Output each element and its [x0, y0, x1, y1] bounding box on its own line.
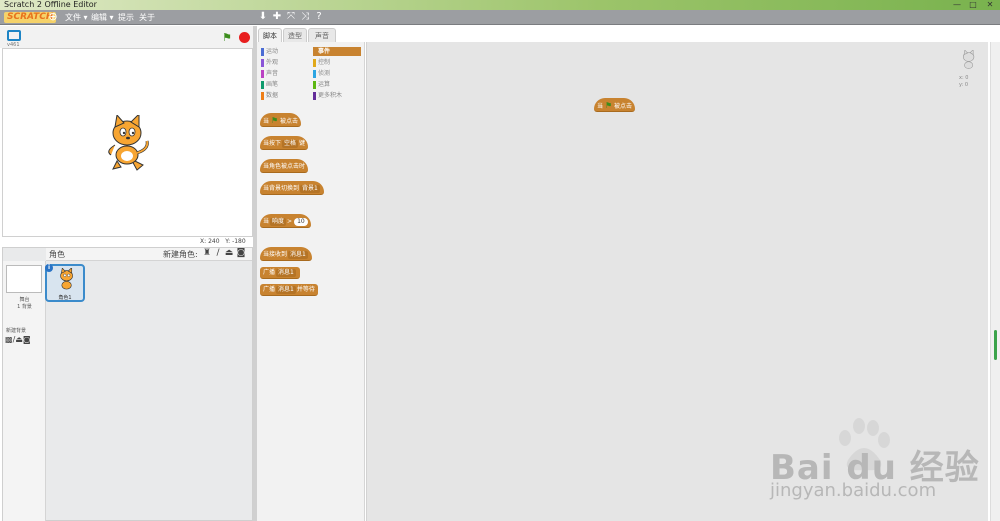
- category-pen[interactable]: 画笔: [261, 80, 311, 89]
- watermark-url: jingyan.baidu.com: [770, 480, 937, 501]
- category-events[interactable]: 事件: [313, 47, 361, 56]
- category-sound[interactable]: 声音: [261, 69, 311, 78]
- script-block-when-flag-clicked[interactable]: 当 ⚑ 被点击: [594, 98, 636, 112]
- upload-sprite-icon[interactable]: ⏏: [224, 248, 234, 258]
- backdrop-library-icon[interactable]: ▩: [5, 335, 13, 344]
- tab-costumes[interactable]: 造型: [283, 28, 307, 42]
- y-value: -180: [232, 238, 246, 245]
- category-control[interactable]: 控制: [313, 58, 361, 67]
- category-data[interactable]: 数据: [261, 91, 311, 100]
- help-icon[interactable]: ?: [313, 11, 325, 23]
- sprite-pane: 舞台 1 背景 新建背景 ▩/⏏◙ 角色 新建角色: ♜ / ⏏ ◙ i 角色1: [2, 247, 253, 521]
- category-looks[interactable]: 外观: [261, 58, 311, 67]
- y-label: Y:: [225, 238, 231, 245]
- presentation-mode-icon[interactable]: [7, 30, 21, 41]
- stop-icon[interactable]: [239, 32, 250, 43]
- cat-thumbnail-icon: [60, 268, 73, 290]
- green-flag-icon: ⚑: [270, 116, 279, 125]
- new-backdrop-tools: ▩/⏏◙: [5, 335, 31, 344]
- x-label: X:: [200, 238, 207, 245]
- backdrop-count: 1 背景: [17, 304, 32, 310]
- menu-tips[interactable]: 提示: [118, 10, 134, 25]
- menu-about[interactable]: 关于: [139, 10, 155, 25]
- stage[interactable]: [2, 48, 253, 237]
- cat-sprite-icon[interactable]: [103, 115, 153, 173]
- block-when-flag-clicked[interactable]: 当 ⚑ 被点击: [260, 113, 302, 127]
- stage-label: 舞台: [19, 297, 30, 303]
- scrollbar-thumb[interactable]: [994, 330, 997, 360]
- sprite-y-readout: y: 0: [959, 82, 969, 88]
- menu-bar: SCRATCH ⊕ 文件 ▾ 编辑 ▾ 提示 关于 ⬇ ✚ ⤧ ⤨ ?: [0, 10, 1000, 25]
- stage-thumbnail[interactable]: [6, 265, 42, 293]
- x-value: 240: [208, 238, 220, 245]
- menu-edit[interactable]: 编辑 ▾: [91, 10, 114, 25]
- green-flag-icon[interactable]: ⚑: [222, 32, 232, 43]
- grow-icon[interactable]: ⤧: [285, 11, 297, 23]
- sprite-x-readout: x: 0: [959, 75, 969, 81]
- minimize-button[interactable]: —: [950, 0, 964, 10]
- sprite-thumbnail[interactable]: i 角色1: [45, 264, 85, 302]
- block-palette: 运动 事件 外观 控制 声音 侦测 画笔 运算 数据 更多积木 当 ⚑ 被点击 …: [257, 42, 365, 521]
- paint-sprite-icon[interactable]: /: [213, 248, 223, 258]
- block-when-sprite-clicked[interactable]: 当角色被点击时: [260, 159, 309, 173]
- new-sprite-label: 新建角色:: [163, 250, 198, 259]
- stage-column: 舞台 1 背景 新建背景 ▩/⏏◙: [3, 261, 46, 521]
- category-motion[interactable]: 运动: [261, 47, 311, 56]
- sprite-name: 角色1: [58, 295, 72, 301]
- current-sprite-icon: [963, 50, 975, 69]
- window-title-bar: Scratch 2 Offline Editor — □ ✕: [0, 0, 1000, 10]
- language-globe-icon[interactable]: ⊕: [47, 11, 59, 23]
- menu-file[interactable]: 文件 ▾: [65, 10, 88, 25]
- close-button[interactable]: ✕: [982, 0, 998, 10]
- block-broadcast[interactable]: 广播 消息1: [260, 267, 300, 279]
- category-more-blocks[interactable]: 更多积木: [313, 91, 361, 100]
- category-sensing[interactable]: 侦测: [313, 69, 361, 78]
- block-when-key-pressed[interactable]: 当按下 空格键: [260, 136, 309, 150]
- info-icon[interactable]: i: [45, 264, 53, 272]
- window-title: Scratch 2 Offline Editor: [4, 0, 97, 9]
- camera-backdrop-icon[interactable]: ◙: [23, 335, 31, 344]
- tab-sounds[interactable]: 声音: [308, 28, 336, 42]
- sprite-header: 角色 新建角色: ♜ / ⏏ ◙: [46, 248, 252, 261]
- sprite-library-icon[interactable]: ♜: [202, 248, 212, 258]
- mouse-coordinates: X: 240 Y: -180: [200, 238, 246, 245]
- editor-tabs: 脚本 造型 声音: [257, 28, 357, 42]
- maximize-button[interactable]: □: [966, 0, 980, 10]
- upload-backdrop-icon[interactable]: ⏏: [15, 335, 23, 344]
- duplicate-icon[interactable]: ⬇: [257, 11, 269, 23]
- stage-header: v461 ⚑: [0, 26, 255, 48]
- green-flag-icon: ⚑: [604, 101, 613, 110]
- category-operators[interactable]: 运算: [313, 80, 361, 89]
- vertical-scrollbar[interactable]: [990, 42, 1000, 521]
- shrink-icon[interactable]: ⤨: [299, 11, 311, 23]
- block-when-receive[interactable]: 当接收到 消息1: [260, 247, 312, 261]
- tab-scripts[interactable]: 脚本: [258, 28, 282, 42]
- block-when-backdrop-switches[interactable]: 当背景切换到 背景1: [260, 181, 324, 195]
- new-backdrop-label: 新建背景: [6, 328, 27, 334]
- block-when-greater-than[interactable]: 当响度 >10: [260, 214, 311, 228]
- delete-icon[interactable]: ✚: [271, 11, 283, 23]
- block-broadcast-and-wait[interactable]: 广播 消息1 并等待: [260, 284, 318, 296]
- sprites-title: 角色: [49, 250, 65, 259]
- camera-sprite-icon[interactable]: ◙: [236, 248, 246, 258]
